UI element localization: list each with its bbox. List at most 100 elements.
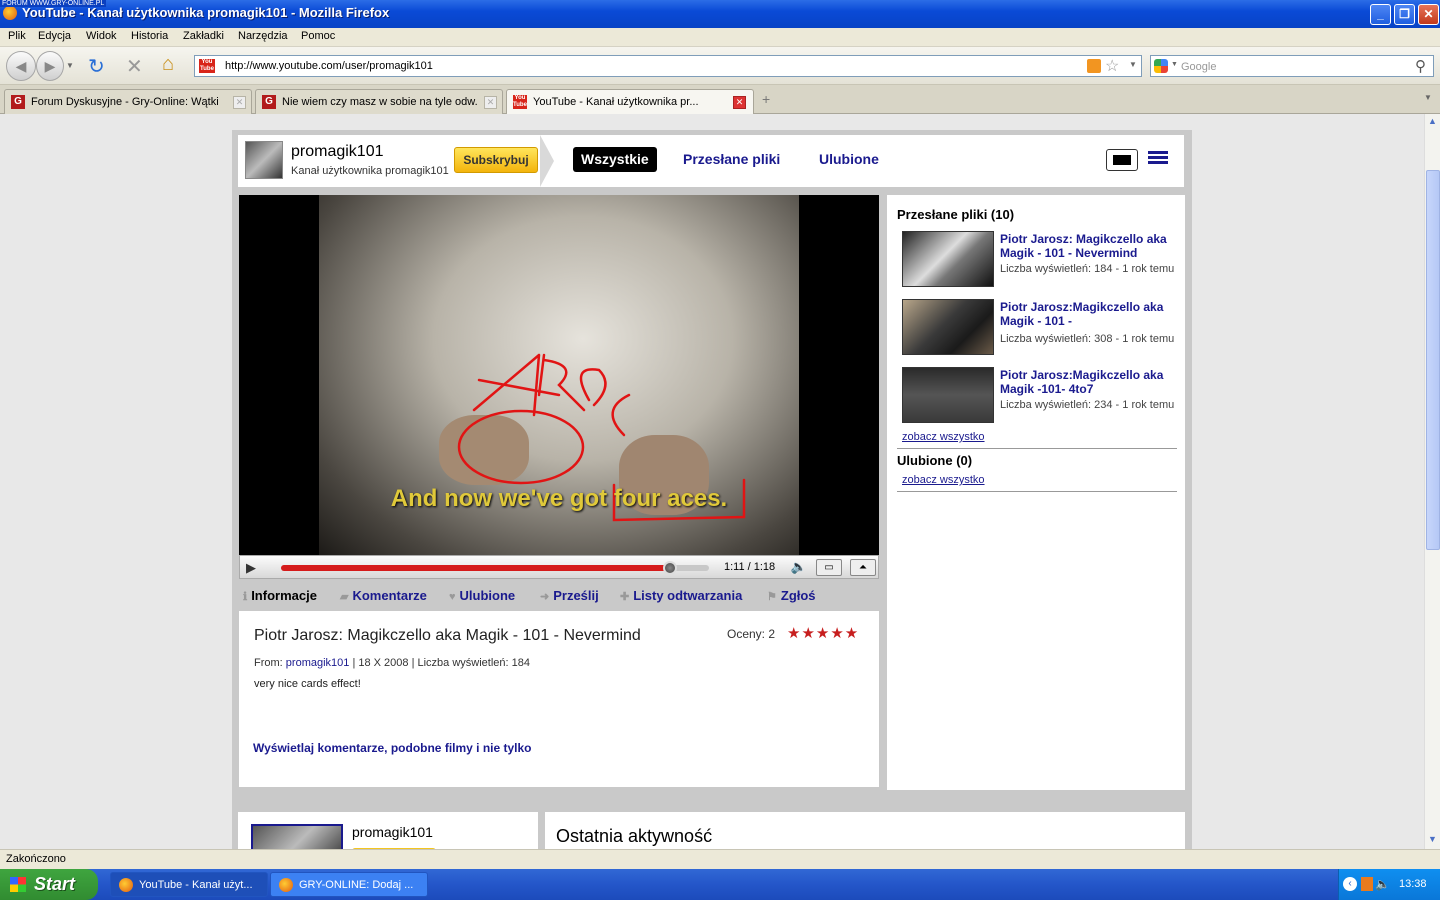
tab-playlists[interactable]: ✚ Listy odtwarzania xyxy=(620,588,742,603)
rating-count: Oceny: 2 xyxy=(727,627,776,641)
bookmark-star-icon[interactable]: ☆ xyxy=(1105,56,1119,76)
channel-container: promagik101 Kanał użytkownika promagik10… xyxy=(232,130,1192,810)
tab-close-icon[interactable]: ✕ xyxy=(233,96,246,109)
menu-edycja[interactable]: Edycja xyxy=(38,30,71,42)
seek-bar[interactable] xyxy=(281,561,709,575)
menu-zakladki[interactable]: Zakładki xyxy=(183,30,224,42)
video-player[interactable]: And now we've got four aces. xyxy=(239,195,879,555)
video-thumbnail[interactable] xyxy=(902,367,994,423)
header-divider-arrow xyxy=(540,135,554,187)
taskbar-youtube-window[interactable]: YouTube - Kanał użyt... xyxy=(110,872,268,897)
firefox-icon xyxy=(119,878,133,892)
forward-button[interactable]: ▶ xyxy=(36,51,64,81)
new-tab-icon[interactable]: + xyxy=(762,91,770,107)
status-text: Zakończono xyxy=(6,853,66,865)
scroll-up-icon[interactable]: ▲ xyxy=(1428,116,1437,126)
see-all-favorites-link[interactable]: zobacz wszystko xyxy=(902,474,985,486)
search-box[interactable]: ▼ Google ⚲ xyxy=(1150,55,1434,77)
tab-forum-thread[interactable]: G Nie wiem czy masz w sobie na tyle odw.… xyxy=(255,89,503,114)
profile-box: promagik101 xyxy=(238,812,538,849)
window-titlebar: FORUM WWW.GRY-ONLINE.PL YouTube - Kanał … xyxy=(0,0,1440,28)
gry-online-favicon-icon: G xyxy=(262,95,276,109)
video-link[interactable]: Piotr Jarosz: Magikczello aka Magik - 10… xyxy=(1000,232,1185,260)
search-icon[interactable]: ⚲ xyxy=(1415,57,1426,75)
tray-expand-icon[interactable]: ‹ xyxy=(1343,877,1357,891)
menu-plik[interactable]: Plik xyxy=(8,30,26,42)
video-info-tabs: ℹ Informacje ▰ Komentarze ♥ Ulubione ➜ Prześ… xyxy=(239,584,879,606)
url-dropdown-icon[interactable]: ▼ xyxy=(1129,60,1137,69)
tab-favorite[interactable]: ♥ Ulubione xyxy=(449,588,515,603)
player-view-icon[interactable] xyxy=(1106,149,1138,171)
tray-app-icon[interactable] xyxy=(1361,877,1373,891)
tab-share[interactable]: ➜ Prześlij xyxy=(540,588,599,603)
task-label: YouTube - Kanał użyt... xyxy=(139,879,253,891)
grid-view-icon[interactable] xyxy=(1148,151,1168,165)
tab-bar: G Forum Dyskusyjne - Gry-Online: Wątki ✕… xyxy=(0,85,1440,115)
minimize-button[interactable]: _ xyxy=(1370,4,1391,25)
volume-icon[interactable]: 🔈 xyxy=(786,559,812,576)
rating-stars[interactable]: ★★★★★ xyxy=(787,624,859,642)
video-link[interactable]: Piotr Jarosz:Magikczello aka Magik - 101… xyxy=(1000,300,1185,328)
nav-uploads[interactable]: Przesłane pliki xyxy=(675,147,788,172)
video-meta: From: promagik101 | 18 X 2008 | Liczba w… xyxy=(254,657,530,669)
profile-avatar[interactable] xyxy=(251,824,343,849)
nav-all[interactable]: Wszystkie xyxy=(573,147,657,172)
scrollbar-thumb[interactable] xyxy=(1426,170,1440,550)
menu-bar: Plik Edycja Widok Historia Zakładki Narz… xyxy=(0,28,1440,47)
engine-dropdown-icon[interactable]: ▼ xyxy=(1171,61,1178,68)
vertical-scrollbar[interactable]: ▲ ▼ xyxy=(1424,114,1440,849)
tab-share-label: Prześlij xyxy=(553,588,599,603)
tab-info[interactable]: ℹ Informacje xyxy=(243,588,317,603)
from-label: From: xyxy=(254,657,283,669)
address-bar[interactable]: You Tube http://www.youtube.com/user/pro… xyxy=(194,55,1142,77)
video-link[interactable]: Piotr Jarosz:Magikczello aka Magik -101-… xyxy=(1000,368,1185,396)
tab-label: Forum Dyskusyjne - Gry-Online: Wątki xyxy=(31,96,219,108)
clock: 13:38 xyxy=(1399,878,1427,890)
history-dropdown-icon[interactable]: ▼ xyxy=(66,61,74,70)
seek-handle[interactable] xyxy=(663,561,678,575)
channel-name[interactable]: promagik101 xyxy=(291,143,384,161)
menu-pomoc[interactable]: Pomoc xyxy=(301,30,335,42)
rss-icon[interactable] xyxy=(1087,59,1101,73)
start-button[interactable]: Start xyxy=(0,869,98,900)
video-thumbnail[interactable] xyxy=(902,299,994,355)
menu-narzedzia[interactable]: Narzędzia xyxy=(238,30,288,42)
page-viewport: promagik101 Kanał użytkownika promagik10… xyxy=(0,114,1424,849)
screen-size-icon[interactable]: ▭ xyxy=(816,559,842,576)
maximize-button[interactable]: ❐ xyxy=(1394,4,1415,25)
close-button[interactable]: ✕ xyxy=(1418,4,1439,25)
info-icon: ℹ xyxy=(243,591,248,603)
tab-comments-label: Komentarze xyxy=(352,588,427,603)
tab-flag[interactable]: ⚑ Zgłoś xyxy=(767,588,816,603)
see-all-uploads-link[interactable]: zobacz wszystko xyxy=(902,431,985,443)
volume-tray-icon[interactable]: 🔈 xyxy=(1375,877,1390,891)
tab-list-icon[interactable]: ▼ xyxy=(1424,93,1432,102)
tab-comments[interactable]: ▰ Komentarze xyxy=(340,588,427,603)
scroll-down-icon[interactable]: ▼ xyxy=(1428,834,1437,844)
url-text: http://www.youtube.com/user/promagik101 xyxy=(225,60,433,72)
start-label: Start xyxy=(34,874,76,894)
subscribe-button[interactable]: Subskrybuj xyxy=(454,147,538,173)
menu-widok[interactable]: Widok xyxy=(86,30,117,42)
tab-youtube[interactable]: You Tube YouTube - Kanał użytkownika pr..… xyxy=(506,89,754,115)
play-icon[interactable]: ▶ xyxy=(246,560,266,576)
tab-close-icon[interactable]: ✕ xyxy=(484,96,497,109)
home-icon[interactable]: ⌂ xyxy=(162,53,174,76)
tab-forum[interactable]: G Forum Dyskusyjne - Gry-Online: Wątki ✕ xyxy=(4,89,252,114)
channel-avatar[interactable] xyxy=(245,141,283,179)
task-label: GRY-ONLINE: Dodaj ... xyxy=(299,879,414,891)
back-button[interactable]: ◀ xyxy=(6,51,36,81)
taskbar-gryonline-window[interactable]: GRY-ONLINE: Dodaj ... xyxy=(270,872,428,897)
google-engine-icon[interactable] xyxy=(1154,59,1168,73)
lower-section: promagik101 Ostatnia aktywność xyxy=(232,804,1192,849)
stop-icon[interactable]: ✕ xyxy=(126,54,143,79)
show-more-link[interactable]: Wyświetlaj komentarze, podobne filmy i n… xyxy=(253,741,532,755)
fullscreen-icon[interactable]: ⏶ xyxy=(850,559,876,576)
reload-icon[interactable]: ↻ xyxy=(88,54,105,79)
tab-close-icon[interactable]: ✕ xyxy=(733,96,746,109)
comment-icon: ▰ xyxy=(340,591,349,603)
menu-historia[interactable]: Historia xyxy=(131,30,168,42)
uploader-link[interactable]: promagik101 xyxy=(286,657,350,669)
video-thumbnail[interactable] xyxy=(902,231,994,287)
nav-favorites[interactable]: Ulubione xyxy=(811,147,887,172)
